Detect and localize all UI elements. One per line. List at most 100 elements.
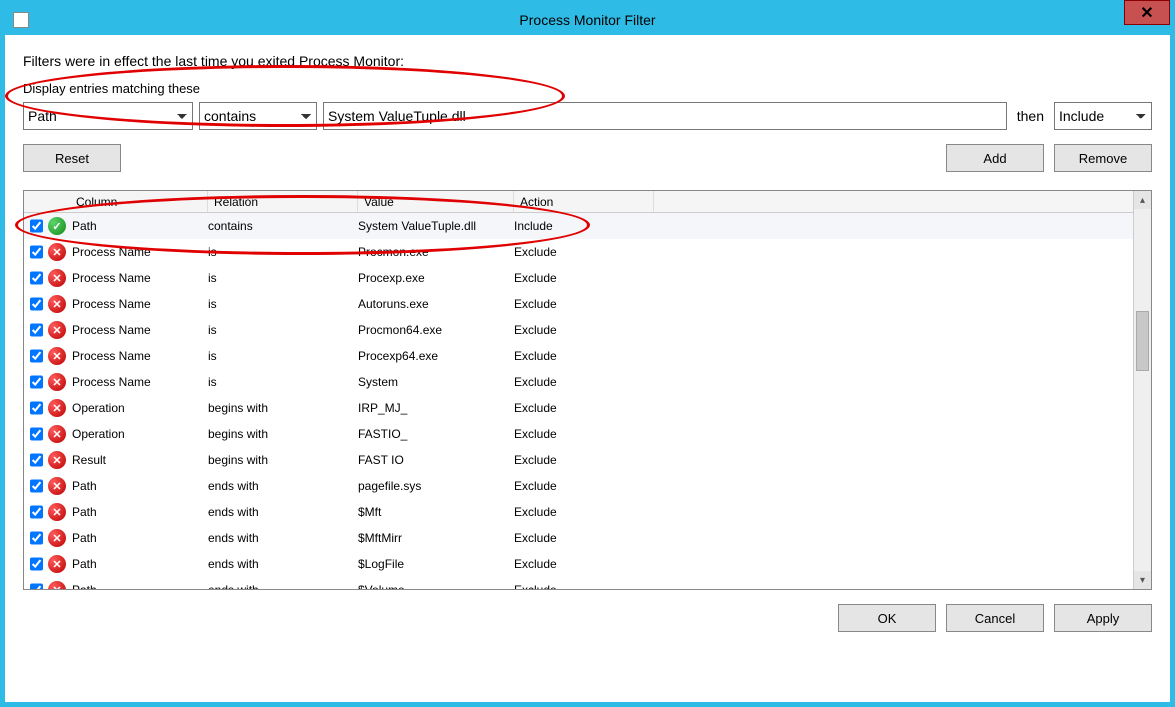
column-select[interactable]: Path <box>23 102 193 130</box>
row-checkbox[interactable] <box>30 505 43 519</box>
row-column: Path <box>70 505 208 519</box>
table-row[interactable]: Process NameisProcexp.exeExclude <box>24 265 1133 291</box>
table-row[interactable]: Process NameisProcexp64.exeExclude <box>24 343 1133 369</box>
row-column: Process Name <box>70 245 208 259</box>
row-checkbox[interactable] <box>30 219 43 233</box>
table-row[interactable]: Process NameisAutoruns.exeExclude <box>24 291 1133 317</box>
filter-grid: Column Relation Value Action Pathcontain… <box>23 190 1152 590</box>
grid-body: Column Relation Value Action Pathcontain… <box>24 191 1133 589</box>
row-checkbox[interactable] <box>30 349 43 363</box>
row-checkbox-cell <box>24 502 44 522</box>
row-relation: is <box>208 297 358 311</box>
scroll-down-icon[interactable]: ▾ <box>1134 571 1151 589</box>
row-value: $MftMirr <box>358 531 514 545</box>
row-checkbox-cell <box>24 580 44 589</box>
row-icon-cell <box>44 451 70 469</box>
table-row[interactable]: Pathends with$MftMirrExclude <box>24 525 1133 551</box>
row-relation: is <box>208 323 358 337</box>
scroll-up-icon[interactable]: ▴ <box>1134 191 1151 209</box>
row-relation: ends with <box>208 505 358 519</box>
row-icon-cell <box>44 503 70 521</box>
add-button[interactable]: Add <box>946 144 1044 172</box>
row-checkbox[interactable] <box>30 557 43 571</box>
row-action: Include <box>514 219 654 233</box>
table-row[interactable]: Pathends with$VolumeExclude <box>24 577 1133 589</box>
row-action: Exclude <box>514 349 654 363</box>
row-column: Path <box>70 531 208 545</box>
header-column[interactable]: Column <box>70 191 208 212</box>
row-value: Procexp64.exe <box>358 349 514 363</box>
row-checkbox[interactable] <box>30 323 43 337</box>
row-checkbox[interactable] <box>30 453 43 467</box>
table-row[interactable]: Operationbegins withFASTIO_Exclude <box>24 421 1133 447</box>
scroll-thumb[interactable] <box>1136 311 1149 371</box>
row-relation: ends with <box>208 583 358 589</box>
row-value: pagefile.sys <box>358 479 514 493</box>
row-checkbox-cell <box>24 372 44 392</box>
row-value: FASTIO_ <box>358 427 514 441</box>
row-value: Autoruns.exe <box>358 297 514 311</box>
row-checkbox[interactable] <box>30 427 43 441</box>
table-row[interactable]: Process NameisSystemExclude <box>24 369 1133 395</box>
reset-button[interactable]: Reset <box>23 144 121 172</box>
row-checkbox-cell <box>24 320 44 340</box>
row-column: Process Name <box>70 323 208 337</box>
row-column: Process Name <box>70 297 208 311</box>
value-input[interactable] <box>323 102 1007 130</box>
header-value[interactable]: Value <box>358 191 514 212</box>
row-checkbox-cell <box>24 268 44 288</box>
row-icon-cell <box>44 555 70 573</box>
row-column: Result <box>70 453 208 467</box>
row-icon-cell <box>44 399 70 417</box>
row-icon-cell <box>44 529 70 547</box>
row-checkbox-cell <box>24 294 44 314</box>
row-checkbox-cell <box>24 450 44 470</box>
exclude-icon <box>48 373 66 391</box>
row-checkbox[interactable] <box>30 479 43 493</box>
row-checkbox[interactable] <box>30 531 43 545</box>
exclude-icon <box>48 581 66 589</box>
table-row[interactable]: PathcontainsSystem ValueTuple.dllInclude <box>24 213 1133 239</box>
row-checkbox[interactable] <box>30 583 43 589</box>
header-icon-col <box>44 191 70 212</box>
vertical-scrollbar[interactable]: ▴ ▾ <box>1133 191 1151 589</box>
row-checkbox[interactable] <box>30 271 43 285</box>
row-relation: is <box>208 245 358 259</box>
remove-button[interactable]: Remove <box>1054 144 1152 172</box>
exclude-icon <box>48 399 66 417</box>
header-relation[interactable]: Relation <box>208 191 358 212</box>
relation-select[interactable]: contains <box>199 102 317 130</box>
row-relation: begins with <box>208 453 358 467</box>
row-icon-cell <box>44 425 70 443</box>
ok-button[interactable]: OK <box>838 604 936 632</box>
dialog-content: Filters were in effect the last time you… <box>5 35 1170 642</box>
table-row[interactable]: Pathends withpagefile.sysExclude <box>24 473 1133 499</box>
table-row[interactable]: Pathends with$LogFileExclude <box>24 551 1133 577</box>
row-checkbox[interactable] <box>30 245 43 259</box>
close-button[interactable]: ✕ <box>1124 0 1170 25</box>
row-action: Exclude <box>514 453 654 467</box>
row-checkbox-cell <box>24 398 44 418</box>
row-action: Exclude <box>514 479 654 493</box>
apply-button[interactable]: Apply <box>1054 604 1152 632</box>
button-row: Reset Add Remove <box>23 144 1152 172</box>
row-checkbox[interactable] <box>30 375 43 389</box>
exclude-icon <box>48 555 66 573</box>
row-action: Exclude <box>514 427 654 441</box>
header-action[interactable]: Action <box>514 191 654 212</box>
row-relation: begins with <box>208 427 358 441</box>
table-row[interactable]: Resultbegins withFAST IOExclude <box>24 447 1133 473</box>
bottom-buttons: OK Cancel Apply <box>23 604 1152 632</box>
row-column: Path <box>70 557 208 571</box>
table-row[interactable]: Process NameisProcmon.exeExclude <box>24 239 1133 265</box>
row-relation: begins with <box>208 401 358 415</box>
table-row[interactable]: Process NameisProcmon64.exeExclude <box>24 317 1133 343</box>
row-checkbox[interactable] <box>30 401 43 415</box>
table-row[interactable]: Pathends with$MftExclude <box>24 499 1133 525</box>
prompt-label: Display entries matching these <box>23 81 1152 96</box>
grid-rows: PathcontainsSystem ValueTuple.dllInclude… <box>24 213 1133 589</box>
row-checkbox[interactable] <box>30 297 43 311</box>
table-row[interactable]: Operationbegins withIRP_MJ_Exclude <box>24 395 1133 421</box>
cancel-button[interactable]: Cancel <box>946 604 1044 632</box>
action-select[interactable]: Include <box>1054 102 1152 130</box>
